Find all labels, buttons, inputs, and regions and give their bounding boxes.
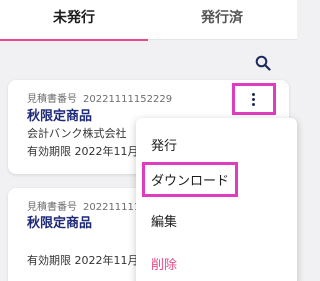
vertical-dots-icon bbox=[252, 93, 255, 108]
estimate-title: 秋限定商品 bbox=[27, 216, 93, 231]
search-icon[interactable] bbox=[255, 55, 271, 71]
company-name: 会計バンク株式会社 bbox=[27, 127, 127, 140]
tab-issued-label: 発行済 bbox=[201, 10, 243, 26]
estimate-number: 20221111152229 bbox=[83, 94, 173, 105]
menu-item-edit[interactable]: 編集 bbox=[151, 211, 177, 230]
estimate-number-row: 見積書番号 2022111115 bbox=[27, 198, 147, 213]
menu-item-issue[interactable]: 発行 bbox=[151, 135, 177, 154]
estimate-title: 秋限定商品 bbox=[27, 109, 93, 124]
tab-unissued-label: 未発行 bbox=[53, 10, 95, 26]
tab-bar: 未発行 発行済 bbox=[0, 0, 297, 41]
estimate-number-label: 見積書番号 bbox=[27, 94, 77, 105]
tab-unissued[interactable]: 未発行 bbox=[0, 0, 148, 41]
more-options-button[interactable] bbox=[232, 83, 276, 115]
expiry-date: 有効期限 2022年11月 bbox=[27, 145, 139, 158]
menu-item-download[interactable]: ダウンロード bbox=[142, 162, 239, 197]
active-tab-indicator bbox=[0, 39, 148, 41]
expiry-date: 有効期限 2022年11月 bbox=[27, 254, 139, 267]
menu-item-delete[interactable]: 削除 bbox=[151, 254, 177, 273]
estimate-number-row: 見積書番号 20221111152229 bbox=[27, 90, 172, 105]
tab-issued[interactable]: 発行済 bbox=[148, 0, 296, 40]
context-menu: 発行 ダウンロード 編集 削除 bbox=[136, 118, 297, 281]
